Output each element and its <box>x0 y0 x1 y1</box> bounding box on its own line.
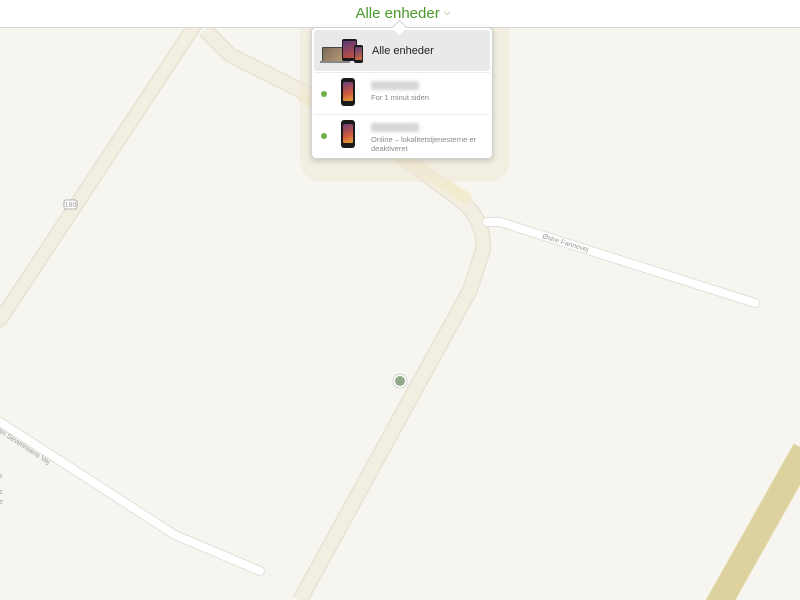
all-devices-label: Alle enheder <box>372 44 434 57</box>
all-devices-item[interactable]: Alle enheder <box>314 30 490 71</box>
device-item[interactable]: For 1 minut siden <box>314 72 490 114</box>
edge-fragment: e <box>0 499 3 506</box>
all-devices-icon <box>320 37 364 65</box>
device-status: For 1 minut siden <box>371 93 429 102</box>
online-status-dot <box>321 91 327 97</box>
phone-icon <box>354 44 363 63</box>
device-item[interactable]: Online – lokalitetstjenesterne er deakti… <box>314 114 490 156</box>
chevron-down-icon: ⌵ <box>443 7 451 17</box>
device-status: Online – lokalitetstjenesterne er deakti… <box>371 135 477 153</box>
route-shield-label: 180 <box>65 202 77 209</box>
iphone-icon <box>341 120 355 148</box>
map-view[interactable]: 180 Østre Fannevej stian Severinsens Vej… <box>0 0 800 600</box>
online-status-dot <box>321 133 327 139</box>
device-menu: Alle enheder For 1 minut siden Online – … <box>311 27 493 159</box>
device-selector-label: Alle enheder <box>355 5 440 22</box>
device-name-redacted <box>371 123 419 132</box>
iphone-icon <box>341 78 355 106</box>
device-name-redacted <box>371 81 419 90</box>
